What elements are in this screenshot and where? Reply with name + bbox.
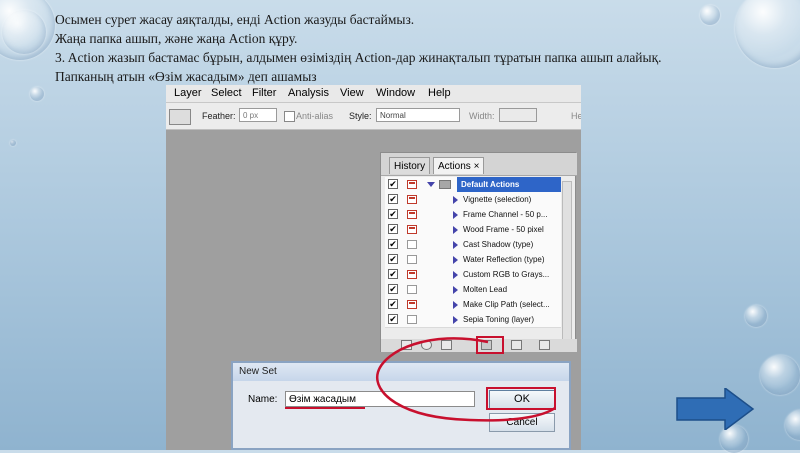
feather-label: Feather:: [202, 111, 236, 121]
check-icon[interactable]: ✔: [388, 194, 398, 204]
antialias-checkbox[interactable]: [284, 111, 295, 122]
height-label: He: [571, 111, 581, 121]
trash-icon[interactable]: [539, 340, 550, 350]
play-button[interactable]: [441, 340, 452, 350]
expand-triangle-icon[interactable]: [453, 301, 458, 309]
new-set-highlight-box: [476, 336, 504, 354]
action-label: Custom RGB to Grays...: [463, 270, 550, 279]
caption-line: Осымен сурет жасау аяқталды, енді Action…: [55, 12, 415, 27]
expand-triangle-icon[interactable]: [453, 316, 458, 324]
selection-mode-icon[interactable]: [169, 109, 191, 125]
dialog-toggle-icon[interactable]: [407, 300, 417, 309]
check-icon[interactable]: ✔: [388, 224, 398, 234]
menu-layer[interactable]: Layer: [174, 87, 202, 99]
expand-triangle-icon[interactable]: [453, 226, 458, 234]
cancel-button[interactable]: Cancel: [489, 413, 555, 432]
dialog-toggle-icon[interactable]: [407, 225, 417, 234]
next-arrow-icon[interactable]: [675, 388, 755, 430]
check-icon[interactable]: ✔: [388, 239, 398, 249]
menu-analysis[interactable]: Analysis: [288, 87, 329, 99]
name-label: Name:: [248, 394, 278, 405]
check-icon[interactable]: ✔: [388, 254, 398, 264]
action-label: Vignette (selection): [463, 195, 532, 204]
stop-button[interactable]: [401, 340, 412, 350]
menu-view[interactable]: View: [340, 87, 364, 99]
feather-field[interactable]: 0 px: [239, 108, 277, 122]
check-icon[interactable]: ✔: [388, 269, 398, 279]
action-label: Make Clip Path (select...: [463, 300, 550, 309]
caption-line: Папканың атын «Өзім жасадым» деп ашамыз: [55, 69, 317, 84]
action-row[interactable]: ✔ Custom RGB to Grays...: [385, 267, 561, 283]
panel-scrollbar[interactable]: [562, 181, 572, 341]
check-icon[interactable]: ✔: [388, 299, 398, 309]
action-label: Sepia Toning (layer): [463, 315, 535, 324]
photoshop-screenshot: Layer Select Filter Analysis View Window…: [166, 85, 581, 450]
name-input[interactable]: [285, 391, 475, 407]
action-row[interactable]: ✔ Molten Lead: [385, 282, 561, 298]
action-row[interactable]: ✔ Frame Channel - 50 p...: [385, 207, 561, 223]
menu-window[interactable]: Window: [376, 87, 415, 99]
decor-bubble: [745, 305, 767, 327]
panel-tabs: History Actions ×: [381, 153, 577, 176]
decor-bubble: [760, 355, 800, 395]
action-label: Water Reflection (type): [463, 255, 545, 264]
check-icon[interactable]: ✔: [388, 314, 398, 324]
width-field[interactable]: [499, 108, 537, 122]
decor-bubble: [2, 10, 46, 54]
dialog-toggle-icon[interactable]: [407, 210, 417, 219]
expand-triangle-icon[interactable]: [453, 241, 458, 249]
action-label: Frame Channel - 50 p...: [463, 210, 548, 219]
dialog-toggle-icon[interactable]: [407, 240, 417, 249]
check-icon[interactable]: ✔: [388, 209, 398, 219]
action-row[interactable]: ✔ Cast Shadow (type): [385, 237, 561, 253]
expand-triangle-icon[interactable]: [453, 286, 458, 294]
actions-panel: History Actions × ✔ Default Actions ✔ Vig…: [380, 152, 577, 352]
new-action-icon[interactable]: [511, 340, 522, 350]
dialog-toggle-icon[interactable]: [407, 315, 417, 324]
action-row[interactable]: ✔ Vignette (selection): [385, 192, 561, 208]
menu-bar: Layer Select Filter Analysis View Window…: [166, 85, 581, 103]
action-row[interactable]: ✔ Water Reflection (type): [385, 252, 561, 268]
decor-bubble: [785, 410, 800, 440]
menu-filter[interactable]: Filter: [252, 87, 276, 99]
folder-icon: [439, 180, 451, 189]
action-set-row[interactable]: ✔ Default Actions: [385, 177, 561, 193]
antialias-label: Anti-alias: [296, 111, 334, 121]
caption-line: Жаңа папка ашып, және жаңа Action құру.: [55, 31, 298, 46]
check-icon[interactable]: ✔: [388, 284, 398, 294]
tab-actions[interactable]: Actions ×: [433, 157, 485, 174]
caption-line: 3. Action жазып бастамас бұрын, алдымен …: [55, 50, 662, 65]
style-label: Style:: [349, 111, 372, 121]
dialog-toggle-icon[interactable]: [407, 255, 417, 264]
dialog-title: New Set: [233, 363, 569, 381]
slide-caption: Осымен сурет жасау аяқталды, енді Action…: [55, 10, 755, 86]
action-row[interactable]: ✔ Sepia Toning (layer): [385, 312, 561, 328]
dialog-toggle-icon[interactable]: [407, 195, 417, 204]
action-row[interactable]: ✔ Make Clip Path (select...: [385, 297, 561, 313]
dialog-toggle-icon[interactable]: [407, 180, 417, 189]
menu-select[interactable]: Select: [211, 87, 242, 99]
style-select[interactable]: Normal: [376, 108, 460, 122]
ok-highlight-box: [486, 387, 556, 410]
expand-triangle-icon[interactable]: [427, 182, 435, 187]
decor-bubble: [10, 140, 16, 146]
menu-help[interactable]: Help: [428, 87, 451, 99]
action-label: Molten Lead: [463, 285, 508, 294]
expand-triangle-icon[interactable]: [453, 271, 458, 279]
dialog-toggle-icon[interactable]: [407, 285, 417, 294]
record-button[interactable]: [421, 340, 432, 350]
action-label: Cast Shadow (type): [463, 240, 534, 249]
expand-triangle-icon[interactable]: [453, 256, 458, 264]
check-icon[interactable]: ✔: [388, 179, 398, 189]
tab-history[interactable]: History: [389, 157, 431, 174]
width-label: Width:: [469, 111, 495, 121]
decor-bubble: [30, 87, 44, 101]
dialog-toggle-icon[interactable]: [407, 270, 417, 279]
options-bar: Feather: 0 px Anti-alias Style: Normal W…: [166, 103, 581, 130]
expand-triangle-icon[interactable]: [453, 211, 458, 219]
action-row[interactable]: ✔ Wood Frame - 50 pixel: [385, 222, 561, 238]
action-label: Wood Frame - 50 pixel: [463, 225, 544, 234]
action-set-label: Default Actions: [457, 177, 561, 192]
expand-triangle-icon[interactable]: [453, 196, 458, 204]
